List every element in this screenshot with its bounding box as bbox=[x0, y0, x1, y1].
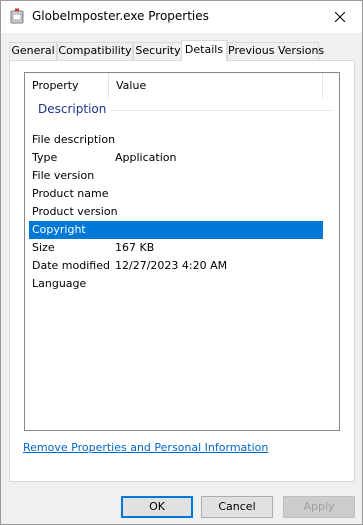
list-item[interactable]: Size 167 KB bbox=[29, 239, 323, 257]
property-name: Size bbox=[32, 241, 55, 254]
list-item[interactable]: File description bbox=[29, 131, 323, 149]
property-value: Application bbox=[115, 151, 177, 164]
application-file-icon bbox=[10, 8, 24, 24]
apply-button[interactable]: Apply bbox=[283, 496, 355, 518]
column-header-property[interactable]: Property bbox=[25, 73, 108, 98]
property-name: Type bbox=[32, 151, 58, 164]
property-name: File description bbox=[32, 133, 116, 146]
remove-properties-link[interactable]: Remove Properties and Personal Informati… bbox=[23, 441, 268, 454]
list-item[interactable]: Type Application bbox=[29, 149, 323, 167]
list-item[interactable]: Product name bbox=[29, 185, 323, 203]
list-item[interactable]: Product version bbox=[29, 203, 323, 221]
window-title: GlobeImposter.exe Properties bbox=[32, 9, 209, 23]
property-name: Date modified bbox=[32, 259, 110, 272]
title-bar[interactable]: GlobeImposter.exe Properties bbox=[1, 1, 362, 33]
list-item[interactable]: Date modified 12/27/2023 4:20 AM bbox=[29, 257, 323, 275]
tab-security[interactable]: Security bbox=[133, 42, 183, 60]
column-divider[interactable] bbox=[322, 73, 323, 98]
list-item-selected[interactable]: Copyright bbox=[29, 221, 323, 239]
properties-dialog: GlobeImposter.exe Properties General Com… bbox=[0, 0, 363, 525]
property-value: 167 KB bbox=[115, 241, 155, 254]
property-name: Product name bbox=[32, 187, 109, 200]
property-name: Product version bbox=[32, 205, 118, 218]
group-header-description[interactable]: Description bbox=[38, 102, 106, 118]
tab-general[interactable]: General bbox=[9, 42, 57, 60]
tab-previous-versions[interactable]: Previous Versions bbox=[227, 42, 324, 60]
property-name: Language bbox=[32, 277, 87, 290]
column-header-value[interactable]: Value bbox=[109, 73, 322, 98]
close-button[interactable] bbox=[317, 1, 362, 33]
tab-compatibility[interactable]: Compatibility bbox=[57, 42, 133, 60]
list-item[interactable]: Language bbox=[29, 275, 323, 293]
tab-details[interactable]: Details bbox=[181, 40, 227, 61]
tab-strip: General Compatibility Security Details P… bbox=[9, 40, 354, 61]
list-item[interactable]: File version bbox=[29, 167, 323, 185]
close-icon bbox=[334, 12, 345, 22]
property-value: 12/27/2023 4:20 AM bbox=[115, 259, 228, 272]
ok-button[interactable]: OK bbox=[121, 496, 193, 518]
details-list[interactable]: Property Value Description File descript… bbox=[24, 72, 340, 431]
details-panel: Property Value Description File descript… bbox=[9, 60, 355, 482]
list-header: Property Value bbox=[25, 73, 339, 98]
group-divider bbox=[111, 110, 331, 111]
cancel-button[interactable]: Cancel bbox=[201, 496, 273, 518]
property-name: File version bbox=[32, 169, 95, 182]
property-name: Copyright bbox=[32, 223, 86, 236]
